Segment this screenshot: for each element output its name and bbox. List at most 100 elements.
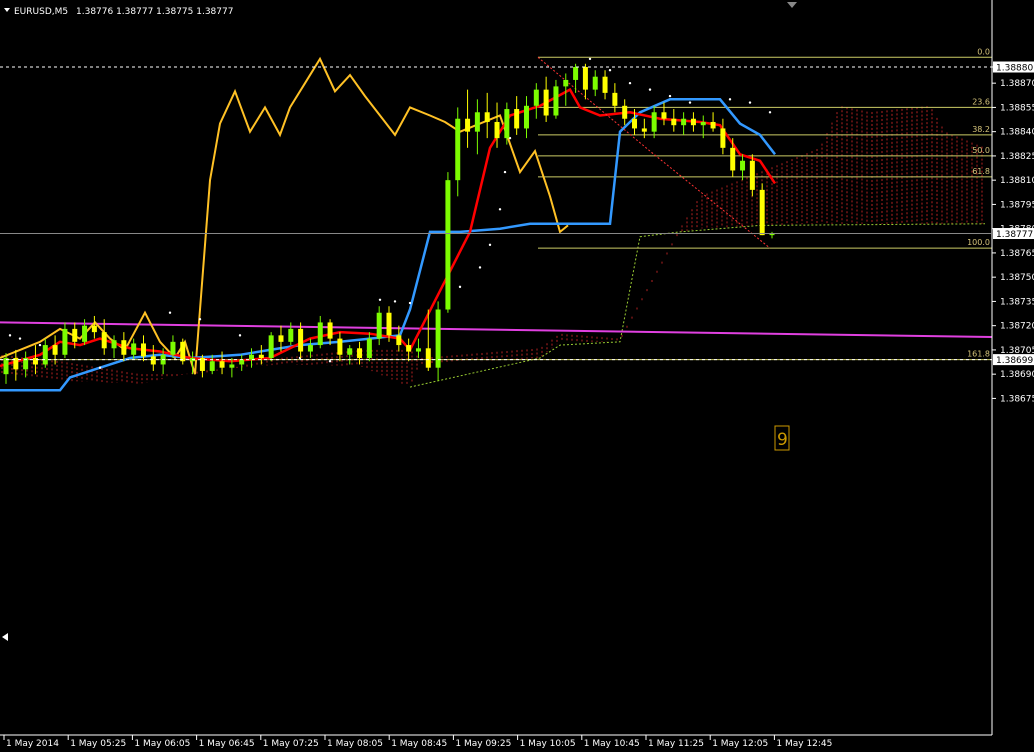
candle-body bbox=[170, 341, 176, 355]
candle-body bbox=[435, 309, 441, 368]
candle-body bbox=[3, 358, 9, 375]
wave-count-marker: 9 bbox=[774, 425, 790, 451]
time-tick-label: 1 May 08:45 bbox=[391, 739, 447, 749]
candle-body bbox=[219, 361, 225, 368]
candle-body bbox=[101, 332, 107, 349]
sar-dot bbox=[488, 243, 492, 247]
fib-level-label: 23.6 bbox=[972, 97, 990, 106]
candle-body bbox=[553, 86, 559, 116]
fib-level-label: 0.0 bbox=[977, 47, 990, 56]
sar-dot bbox=[378, 298, 382, 301]
time-tick-label: 1 May 11:25 bbox=[648, 739, 704, 749]
fib-level-label: 38.2 bbox=[972, 125, 990, 134]
candle-body bbox=[465, 118, 471, 132]
candle-body bbox=[622, 105, 628, 119]
candle-body bbox=[484, 112, 490, 122]
candle-body bbox=[150, 356, 156, 365]
candle-body bbox=[121, 340, 127, 355]
candle-body bbox=[563, 79, 569, 87]
candle-body bbox=[671, 118, 677, 126]
price-tick-label: 1.38750 bbox=[1000, 273, 1034, 283]
candle-body bbox=[641, 128, 647, 132]
candle-body bbox=[533, 89, 539, 106]
candle-body bbox=[249, 354, 255, 360]
sar-dot bbox=[668, 94, 672, 98]
candle-body bbox=[661, 112, 667, 119]
time-tick-label: 1 May 06:05 bbox=[134, 739, 190, 749]
sar-dot bbox=[18, 337, 22, 340]
sar-dot bbox=[588, 57, 592, 61]
candle-body bbox=[494, 121, 500, 139]
sar-dot bbox=[628, 81, 632, 85]
time-tick-label: 1 May 05:25 bbox=[70, 739, 126, 749]
candle-body bbox=[700, 121, 706, 126]
candle-body bbox=[268, 335, 274, 358]
candle-body bbox=[749, 160, 755, 190]
candle-body bbox=[366, 338, 372, 358]
sar-dot bbox=[38, 343, 42, 347]
sar-dot bbox=[98, 366, 102, 369]
low-price-label: 1.38699 bbox=[996, 356, 1033, 366]
candle-body bbox=[52, 345, 58, 355]
candle-body bbox=[592, 76, 598, 90]
sar-dot bbox=[498, 208, 502, 211]
candle-body bbox=[337, 338, 343, 355]
candle-body bbox=[288, 328, 294, 342]
price-tick-label: 1.38855 bbox=[1000, 103, 1034, 113]
sar-dot bbox=[648, 88, 652, 91]
candle-body bbox=[406, 345, 412, 352]
sar-dot bbox=[408, 301, 412, 305]
time-tick-label: 1 May 06:45 bbox=[199, 739, 255, 749]
sar-dot bbox=[393, 300, 397, 303]
price-tick-label: 1.38870 bbox=[1000, 79, 1034, 89]
candle-body bbox=[82, 325, 88, 342]
price-chart[interactable]: 0.0 23.6 38.2 50.0 61.8 100.0 161.8 1.38870 1.3… bbox=[0, 0, 1034, 752]
ohlc-values: 1.38776 1.38777 1.38775 1.38777 bbox=[76, 7, 233, 17]
price-tick-label: 1.38810 bbox=[1000, 176, 1034, 186]
candle-body bbox=[632, 118, 638, 129]
price-tick-label: 1.38795 bbox=[1000, 200, 1034, 210]
symbol-label: EURUSD,M5 bbox=[14, 7, 68, 17]
sar-dot bbox=[728, 98, 732, 101]
time-tick-label: 1 May 12:45 bbox=[776, 739, 832, 749]
time-tick-label: 1 May 07:25 bbox=[263, 739, 319, 749]
price-tick-label: 1.38840 bbox=[1000, 128, 1034, 138]
candle-body bbox=[740, 160, 746, 171]
sar-dot bbox=[768, 111, 772, 114]
candle-body bbox=[504, 109, 510, 139]
sar-dot bbox=[8, 334, 12, 337]
candle-body bbox=[42, 345, 48, 365]
candle-body bbox=[425, 348, 431, 368]
candle-body bbox=[111, 340, 117, 349]
candle-body bbox=[357, 348, 363, 358]
candle-body bbox=[690, 118, 696, 126]
candle-body bbox=[347, 348, 353, 355]
price-tick-label: 1.38825 bbox=[1000, 152, 1034, 162]
fib-level-label: 50.0 bbox=[972, 146, 990, 155]
high-price-label: 1.38880 bbox=[996, 64, 1033, 74]
candle-body bbox=[651, 112, 657, 132]
sar-dot bbox=[478, 266, 482, 269]
sar-dot bbox=[238, 334, 242, 337]
price-tick-label: 1.38690 bbox=[1000, 370, 1034, 380]
candle-body bbox=[258, 354, 264, 358]
time-tick-label: 1 May 09:25 bbox=[455, 739, 511, 749]
candle-body bbox=[514, 109, 520, 129]
candle-body bbox=[91, 325, 97, 333]
fib-level-label: 161.8 bbox=[967, 350, 990, 359]
price-tick-label: 1.38765 bbox=[1000, 249, 1034, 259]
current-price-label: 1.38777 bbox=[996, 230, 1033, 240]
candle-body bbox=[415, 348, 421, 352]
candle-body bbox=[681, 118, 687, 126]
price-tick-label: 1.38720 bbox=[1000, 322, 1034, 332]
time-tick-label: 1 May 08:05 bbox=[327, 739, 383, 749]
sar-dot bbox=[688, 101, 692, 104]
sar-dot bbox=[503, 170, 507, 174]
candle-body bbox=[327, 322, 333, 339]
price-tick-label: 1.38675 bbox=[1000, 394, 1034, 404]
candle-body bbox=[730, 147, 736, 171]
sar-dot bbox=[748, 101, 752, 104]
time-tick-label: 1 May 10:45 bbox=[584, 739, 640, 749]
candle-body bbox=[386, 312, 392, 336]
sar-dot bbox=[168, 311, 172, 314]
